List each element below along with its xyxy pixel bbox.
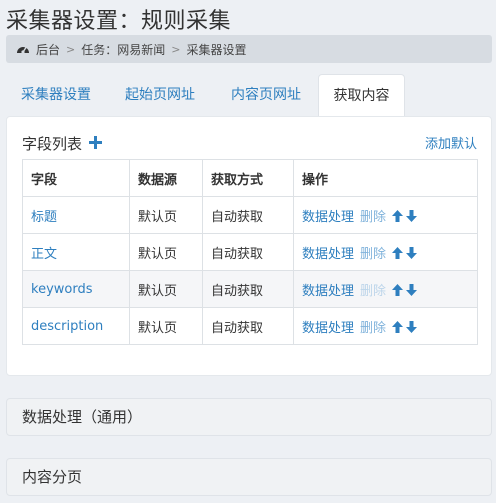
field-name-link[interactable]: description [22, 307, 130, 345]
table-row: keywords 默认页 自动获取 数据处理 删除 [22, 270, 478, 308]
tab-content-urls[interactable]: 内容页网址 [214, 74, 318, 116]
arrow-up-icon[interactable] [392, 209, 404, 222]
field-table: 字段 数据源 获取方式 操作 标题 默认页 自动获取 数据处理 删除 正文 默认页… [22, 159, 478, 345]
column-header-method: 获取方式 [202, 159, 294, 197]
field-method: 自动获取 [202, 233, 294, 271]
breadcrumb-separator: > [171, 42, 181, 56]
field-name-link[interactable]: 标题 [22, 196, 130, 234]
table-header-row: 字段 数据源 获取方式 操作 [22, 159, 478, 197]
breadcrumb-item-task[interactable]: 任务：网易新闻 [81, 41, 165, 58]
field-list-title: 字段列表 [22, 135, 83, 153]
field-source: 默认页 [129, 307, 203, 345]
table-row: 标题 默认页 自动获取 数据处理 删除 [22, 196, 478, 234]
section-data-processing[interactable]: 数据处理（通用） [6, 398, 492, 436]
data-process-link[interactable]: 数据处理 [302, 284, 354, 299]
tab-bar: 采集器设置 起始页网址 内容页网址 获取内容 [6, 74, 492, 116]
column-header-field: 字段 [22, 159, 130, 197]
field-actions: 数据处理 删除 [293, 233, 478, 271]
arrow-down-icon[interactable] [406, 209, 418, 222]
tab-start-urls[interactable]: 起始页网址 [106, 74, 214, 116]
arrow-down-icon[interactable] [406, 320, 418, 333]
section-content-pagination[interactable]: 内容分页 [6, 458, 492, 496]
table-row: description 默认页 自动获取 数据处理 删除 [22, 307, 478, 345]
delete-link[interactable]: 删除 [360, 321, 386, 336]
column-header-actions: 操作 [293, 159, 478, 197]
field-actions: 数据处理 删除 [293, 196, 478, 234]
data-process-link[interactable]: 数据处理 [302, 321, 354, 336]
delete-link[interactable]: 删除 [360, 247, 386, 262]
breadcrumb-separator: > [66, 42, 76, 56]
tab-collector-settings[interactable]: 采集器设置 [6, 74, 106, 116]
plus-icon[interactable] [89, 136, 102, 149]
field-method: 自动获取 [202, 307, 294, 345]
tab-get-content[interactable]: 获取内容 [318, 74, 405, 116]
delete-link[interactable]: 删除 [360, 284, 386, 299]
column-header-source: 数据源 [129, 159, 203, 197]
field-method: 自动获取 [202, 196, 294, 234]
field-name-link[interactable]: 正文 [22, 233, 130, 271]
arrow-up-icon[interactable] [392, 246, 404, 259]
data-process-link[interactable]: 数据处理 [302, 210, 354, 225]
arrow-up-icon[interactable] [392, 283, 404, 296]
arrow-down-icon[interactable] [406, 246, 418, 259]
field-method: 自动获取 [202, 270, 294, 308]
breadcrumb-item-current: 采集器设置 [186, 42, 247, 57]
arrow-up-icon[interactable] [392, 320, 404, 333]
field-source: 默认页 [129, 233, 203, 271]
table-row: 正文 默认页 自动获取 数据处理 删除 [22, 233, 478, 271]
field-actions: 数据处理 删除 [293, 307, 478, 345]
breadcrumb-item-home[interactable]: 后台 [36, 41, 60, 58]
field-source: 默认页 [129, 196, 203, 234]
data-process-link[interactable]: 数据处理 [302, 247, 354, 262]
page-title: 采集器设置：规则采集 [6, 9, 232, 34]
arrow-down-icon[interactable] [406, 283, 418, 296]
dashboard-icon [17, 47, 29, 54]
field-source: 默认页 [129, 270, 203, 308]
add-default-link[interactable]: 添加默认 [425, 133, 477, 152]
field-name-link[interactable]: keywords [22, 270, 130, 308]
field-actions: 数据处理 删除 [293, 270, 478, 308]
field-list-panel: 字段列表 添加默认 字段 数据源 获取方式 操作 标题 默认页 自动获取 数据处… [6, 116, 492, 376]
breadcrumb: 后台 > 任务：网易新闻 > 采集器设置 [6, 35, 492, 63]
delete-link[interactable]: 删除 [360, 210, 386, 225]
